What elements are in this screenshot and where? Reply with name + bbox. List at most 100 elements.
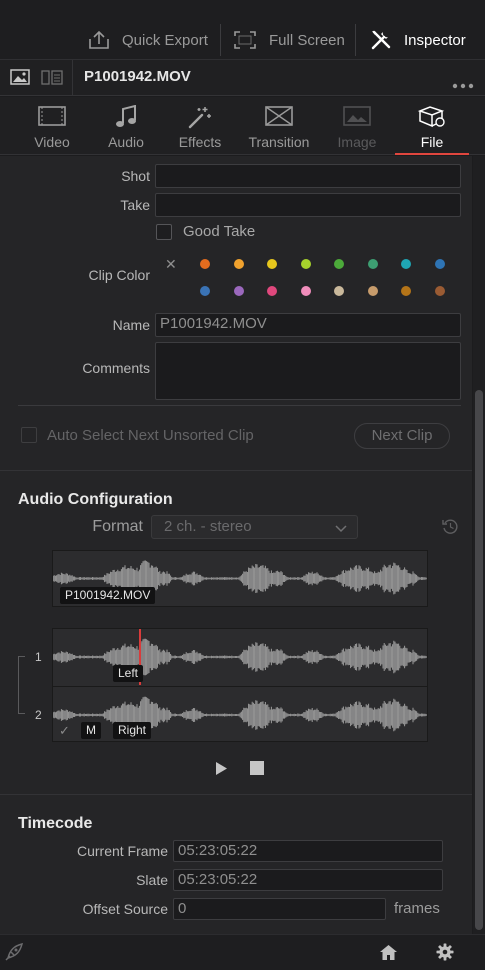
good-take-label: Good Take [183,223,256,240]
chevron-down-icon [335,519,347,541]
divider [18,405,461,406]
toolbar-divider [220,24,221,56]
clip-color-swatch[interactable] [367,286,378,296]
music-note-icon [115,104,137,134]
tab-effects[interactable]: Effects [161,97,239,155]
comments-field[interactable] [155,342,461,400]
next-clip-button[interactable]: Next Clip [354,423,450,449]
file-icon [417,105,447,134]
clip-header: P1001942.MOV [0,60,485,96]
channel-1-waveform [53,638,427,676]
tab-video[interactable]: Video [13,97,91,155]
clear-color-icon[interactable]: ✕ [165,256,177,273]
toolbar-divider [355,24,356,56]
shot-field[interactable] [155,164,461,188]
clip-name-title: P1001942.MOV [84,68,191,85]
clip-color-swatch[interactable] [334,286,344,296]
tab-image: Image [318,97,396,155]
channel-2-waveform [53,696,427,734]
scrollbar-thumb[interactable] [475,390,483,930]
tab-video-label: Video [34,134,70,150]
clip-color-label: Clip Color [88,267,150,283]
inspector-label: Inspector [404,31,466,49]
offset-source-field[interactable]: 0 [173,898,386,920]
clip-color-swatch[interactable] [300,286,311,296]
check-icon[interactable]: ✓ [59,723,70,739]
clip-color-swatch[interactable] [233,286,244,296]
section-divider [0,470,472,471]
tab-image-label: Image [337,134,377,150]
frames-unit-label: frames [394,900,440,917]
clip-color-swatch[interactable] [200,259,210,269]
audio-config-title: Audio Configuration [18,491,173,508]
quick-export-button[interactable]: Quick Export [88,22,208,58]
auto-select-label: Auto Select Next Unsorted Clip [47,427,254,444]
image-icon [343,105,371,132]
format-select[interactable]: 2 ch. - stereo [151,515,358,539]
inspector-tabs: Video Audio Effects Transition Image Fil… [0,97,485,155]
active-tab-indicator [395,153,469,155]
timecode-title: Timecode [18,815,93,832]
tab-audio[interactable]: Audio [87,97,165,155]
take-field[interactable] [155,193,461,217]
section-divider [0,794,472,795]
home-icon[interactable] [379,944,398,966]
full-screen-button[interactable]: Full Screen [234,22,345,58]
play-icon[interactable] [215,761,228,781]
inspector-button[interactable]: Inspector [370,22,466,58]
clip-color-swatch[interactable] [300,259,311,269]
source-waveform[interactable]: P1001942.MOV [52,550,428,607]
top-toolbar: Quick Export Full Screen Inspector [0,0,485,60]
clip-color-swatch[interactable] [401,259,411,269]
magic-wand-icon [187,105,213,134]
rocket-icon[interactable] [4,942,24,967]
full-screen-icon [234,31,256,49]
tab-transition-label: Transition [248,134,310,150]
stop-icon[interactable] [250,761,264,780]
good-take-checkbox[interactable] [156,224,172,240]
reset-icon[interactable] [442,518,459,540]
clip-color-swatch[interactable] [401,286,411,296]
more-options-icon[interactable] [452,76,474,94]
tab-file[interactable]: File [395,97,469,155]
current-frame-field[interactable]: 05:23:05:22 [173,840,443,862]
slate-field[interactable]: 05:23:05:22 [173,869,443,891]
channel-2-label: 2 [35,708,42,722]
clip-color-swatch[interactable] [233,259,244,269]
name-label: Name [112,317,150,333]
clip-color-swatch[interactable] [267,259,277,269]
format-label: Format [92,518,143,535]
channel-waveforms[interactable]: Left ✓ M Right [52,628,428,742]
split-view-icon[interactable] [41,70,63,90]
comments-label: Comments [82,360,150,376]
inspector-content: Shot Take Good Take Clip Color ✕ Name P1… [0,156,472,934]
clip-color-swatch[interactable] [200,286,210,296]
left-channel-chip: Left [113,665,144,682]
image-view-icon[interactable] [10,69,30,90]
clip-color-swatch[interactable] [334,259,344,269]
clip-color-swatch[interactable] [367,259,378,269]
header-divider [72,60,73,96]
clip-color-swatch[interactable] [267,286,277,296]
name-field[interactable]: P1001942.MOV [155,313,461,337]
mute-button[interactable]: M [81,722,101,739]
tab-effects-label: Effects [178,134,222,150]
auto-select-checkbox[interactable] [21,427,37,443]
export-icon [88,30,110,50]
channel-1-label: 1 [35,650,42,664]
transition-icon [265,105,293,132]
current-frame-label: Current Frame [76,843,168,859]
offset-source-label: Offset Source [82,901,168,917]
clip-color-swatch[interactable] [434,286,445,296]
shot-label: Shot [121,168,150,184]
clip-color-swatch[interactable] [434,259,445,269]
gear-icon[interactable] [436,943,454,966]
bottom-bar [0,934,485,970]
video-icon [38,105,66,132]
tools-icon [370,29,392,51]
tab-transition[interactable]: Transition [240,97,318,155]
full-screen-label: Full Screen [269,31,345,49]
right-channel-chip: Right [113,722,152,739]
quick-export-label: Quick Export [122,31,208,49]
channel-link-bracket [18,656,25,714]
